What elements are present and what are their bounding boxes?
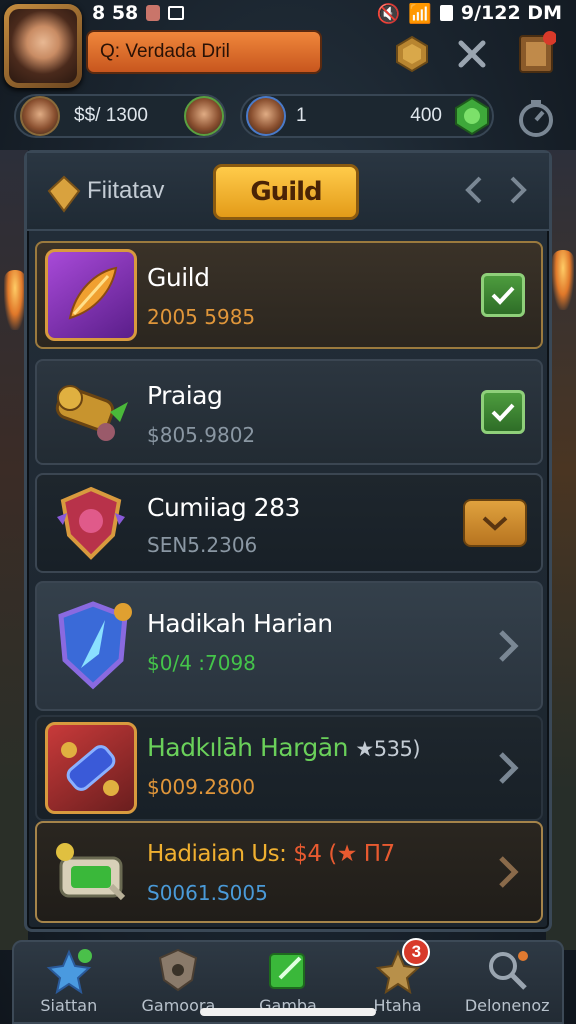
row-subtitle: 2005 5985 bbox=[147, 305, 256, 329]
notification-icon bbox=[146, 5, 161, 21]
row-title: Praiag bbox=[147, 381, 223, 410]
hero-avatar bbox=[184, 96, 224, 136]
level-avatar bbox=[246, 96, 286, 136]
list-item[interactable]: Praiag $805.9802 bbox=[35, 359, 543, 465]
row-title-text: Hadiaian Us: bbox=[147, 841, 287, 867]
battery-icon bbox=[439, 5, 453, 21]
expand-dropdown[interactable] bbox=[463, 499, 527, 547]
gold-pill[interactable]: $$/ 1300 bbox=[14, 94, 226, 138]
prev-arrow-icon[interactable] bbox=[461, 175, 487, 205]
treasure-icon bbox=[45, 826, 137, 918]
row-title: Hadikah Harian bbox=[147, 609, 333, 638]
chevron-right-icon[interactable] bbox=[497, 751, 519, 785]
currency-row: $$/ 1300 1 400 bbox=[14, 94, 562, 140]
check-button[interactable] bbox=[481, 390, 525, 434]
row-title: Cumiiag 283 bbox=[147, 493, 300, 522]
row-subtitle: $0/4 :7098 bbox=[147, 651, 256, 675]
list-item[interactable]: Hadkılāh Hargān ★535) $009.2800 bbox=[35, 715, 543, 821]
status-time: 9/122 DM bbox=[460, 2, 562, 24]
torch-left bbox=[4, 270, 26, 330]
status-left-text: 8 58 bbox=[92, 2, 139, 24]
filter-label[interactable]: Fiitatav bbox=[87, 177, 164, 205]
cannon-icon bbox=[45, 366, 137, 458]
nav-item-siattan[interactable]: Siattan bbox=[14, 942, 124, 1022]
close-icon bbox=[458, 40, 486, 68]
timer-button[interactable] bbox=[514, 96, 558, 140]
gold-value: $$/ 1300 bbox=[74, 105, 148, 126]
row-subtitle: S0061.S005 bbox=[147, 881, 268, 905]
row-subtitle: SEN5.2306 bbox=[147, 533, 258, 557]
status-bar: 8 58 🔇 📶 9/122 DM bbox=[0, 0, 576, 26]
search-icon bbox=[489, 951, 529, 990]
row-subtitle: $009.2800 bbox=[147, 775, 256, 799]
close-button[interactable] bbox=[450, 32, 494, 76]
filter-gem-icon bbox=[47, 175, 81, 213]
level-pill[interactable]: 1 400 bbox=[240, 94, 494, 138]
home-indicator[interactable] bbox=[200, 1008, 376, 1016]
wifi-icon: 📶 bbox=[408, 2, 432, 25]
player-avatar[interactable] bbox=[4, 4, 82, 88]
chevron-down-icon bbox=[482, 516, 508, 531]
mute-icon: 🔇 bbox=[376, 2, 401, 25]
panel-nav-arrows bbox=[461, 175, 531, 205]
blue-shield-icon bbox=[45, 598, 141, 694]
pen-icon bbox=[268, 953, 305, 989]
list-item[interactable]: Cumiiag 283 SEN5.2306 bbox=[35, 473, 543, 573]
list-item[interactable]: Hadikah Harian $0/4 :7098 bbox=[35, 581, 543, 711]
mail-icon bbox=[168, 6, 185, 20]
row-title-text: Hadkılāh Hargān bbox=[147, 733, 348, 762]
guild-panel: Fiitatav Guild Guild 2005 5985 Praiag $8… bbox=[24, 150, 552, 932]
gem-icon bbox=[455, 96, 489, 136]
check-button[interactable] bbox=[481, 273, 525, 317]
nav-label: Htaha bbox=[373, 996, 422, 1015]
notification-badge: 3 bbox=[402, 938, 431, 966]
row-subtitle: $805.9802 bbox=[147, 423, 256, 447]
checkmark-icon bbox=[491, 286, 515, 305]
list-item[interactable]: Guild 2005 5985 bbox=[35, 241, 543, 349]
nav-label: Delonenoz bbox=[464, 996, 550, 1015]
crystal-icon bbox=[45, 722, 137, 814]
companion-avatar bbox=[20, 96, 60, 136]
nav-label: Siattan bbox=[40, 996, 98, 1015]
torch-right bbox=[552, 250, 574, 310]
coin-button[interactable] bbox=[390, 32, 434, 76]
row-title-extra: $4 (★ Π7 bbox=[293, 841, 395, 867]
star-icon bbox=[46, 949, 92, 994]
shield-icon bbox=[45, 477, 137, 569]
row-title: Hadkılāh Hargān ★535) bbox=[147, 733, 421, 762]
level-value: 1 bbox=[296, 105, 307, 126]
quest-text: Q: Verdada Dril bbox=[100, 41, 230, 62]
tab-guild[interactable]: Guild bbox=[213, 164, 359, 220]
row-title-extra: ★535) bbox=[355, 737, 421, 761]
row-title: Hadiaian Us: $4 (★ Π7 bbox=[147, 841, 395, 867]
quest-bar[interactable]: Q: Verdada Dril bbox=[86, 30, 322, 74]
gems-value: 400 bbox=[410, 105, 442, 126]
shield-icon bbox=[159, 948, 198, 992]
book-icon bbox=[519, 31, 556, 73]
row-title: Guild bbox=[147, 263, 210, 292]
nav-item-delonenoz[interactable]: Delonenoz bbox=[452, 942, 562, 1022]
chevron-right-icon[interactable] bbox=[497, 629, 519, 663]
list-item[interactable]: Hadiaian Us: $4 (★ Π7 S0061.S005 bbox=[35, 821, 543, 923]
panel-header: Fiitatav Guild bbox=[27, 153, 549, 231]
next-arrow-icon[interactable] bbox=[505, 175, 531, 205]
checkmark-icon bbox=[491, 403, 515, 422]
book-button[interactable] bbox=[514, 30, 558, 74]
feather-icon bbox=[45, 249, 137, 341]
coin-icon bbox=[396, 35, 428, 73]
timer-icon bbox=[519, 100, 553, 137]
chevron-right-icon[interactable] bbox=[497, 855, 519, 889]
avatar-face bbox=[9, 9, 77, 83]
